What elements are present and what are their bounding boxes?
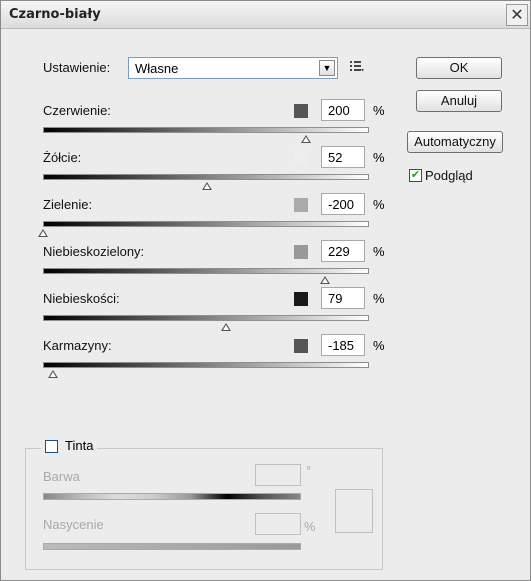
slider-value-input[interactable]: 79 [321,287,365,309]
percent-unit: % [373,291,385,306]
slider-value-input[interactable]: 52 [321,146,365,168]
ok-button[interactable]: OK [416,57,502,79]
tint-legend: Tinta [41,438,98,453]
saturation-unit: % [304,519,316,534]
preset-options-icon[interactable] [349,59,365,73]
slider-thumb[interactable] [300,135,311,143]
slider-label: Niebieskozielony: [43,244,145,259]
saturation-input[interactable] [255,513,301,535]
cancel-button[interactable]: Anuluj [416,90,502,112]
preview-checkbox[interactable]: ✔ [409,169,422,182]
tint-checkbox[interactable] [45,440,58,453]
percent-unit: % [373,150,385,165]
slider-thumb[interactable] [202,182,213,190]
slider-thumb[interactable] [320,276,331,284]
chevron-down-icon[interactable]: ▼ [319,60,335,76]
tint-color-swatch[interactable] [335,489,373,533]
channel-color-swatch [294,339,308,353]
slider-track[interactable] [43,127,369,133]
slider-label: Zielenie: [43,197,93,212]
channel-color-swatch [294,292,308,306]
channel-color-swatch [294,198,308,212]
slider-label: Karmazyny: [43,338,112,353]
slider-label: Czerwienie: [43,103,111,118]
title-bar[interactable]: Czarno-biały ✕ [1,1,530,29]
slider-value-input[interactable]: -200 [321,193,365,215]
slider-value-input[interactable]: 200 [321,99,365,121]
hue-unit: ° [306,463,312,478]
slider-thumb[interactable] [48,370,59,378]
black-white-dialog: Czarno-biały ✕ Ustawienie: Własne ▼ OK A… [0,0,531,581]
slider-track[interactable] [43,174,369,180]
percent-unit: % [373,244,385,259]
preview-label: Podgląd [425,168,473,183]
slider-track[interactable] [43,268,369,274]
slider-thumb[interactable] [220,323,231,331]
percent-unit: % [373,103,385,118]
percent-unit: % [373,338,385,353]
window-title: Czarno-biały [9,7,101,22]
close-icon: ✕ [510,5,524,24]
auto-button[interactable]: Automatyczny [407,131,503,153]
channel-color-swatch [294,245,308,259]
slider-value-input[interactable]: -185 [321,334,365,356]
preset-label: Ustawienie: [43,60,111,75]
hue-label: Barwa [43,469,80,484]
slider-track[interactable] [43,221,369,227]
percent-unit: % [373,197,385,212]
slider-value-input[interactable]: 229 [321,240,365,262]
tint-label: Tinta [65,438,94,453]
slider-label: Niebieskości: [43,291,120,306]
hue-slider-track[interactable] [43,493,301,500]
slider-track[interactable] [43,362,369,368]
slider-track[interactable] [43,315,369,321]
close-button[interactable]: ✕ [506,4,528,26]
saturation-slider-track[interactable] [43,543,301,550]
channel-color-swatch [294,151,308,165]
hue-input[interactable] [255,464,301,486]
saturation-label: Nasycenie [43,517,104,532]
tint-group [25,448,383,570]
channel-color-swatch [294,104,308,118]
slider-label: Żółcie: [43,150,82,165]
slider-thumb[interactable] [38,229,48,237]
preset-select[interactable]: Własne ▼ [128,57,338,79]
preset-value: Własne [135,61,179,76]
